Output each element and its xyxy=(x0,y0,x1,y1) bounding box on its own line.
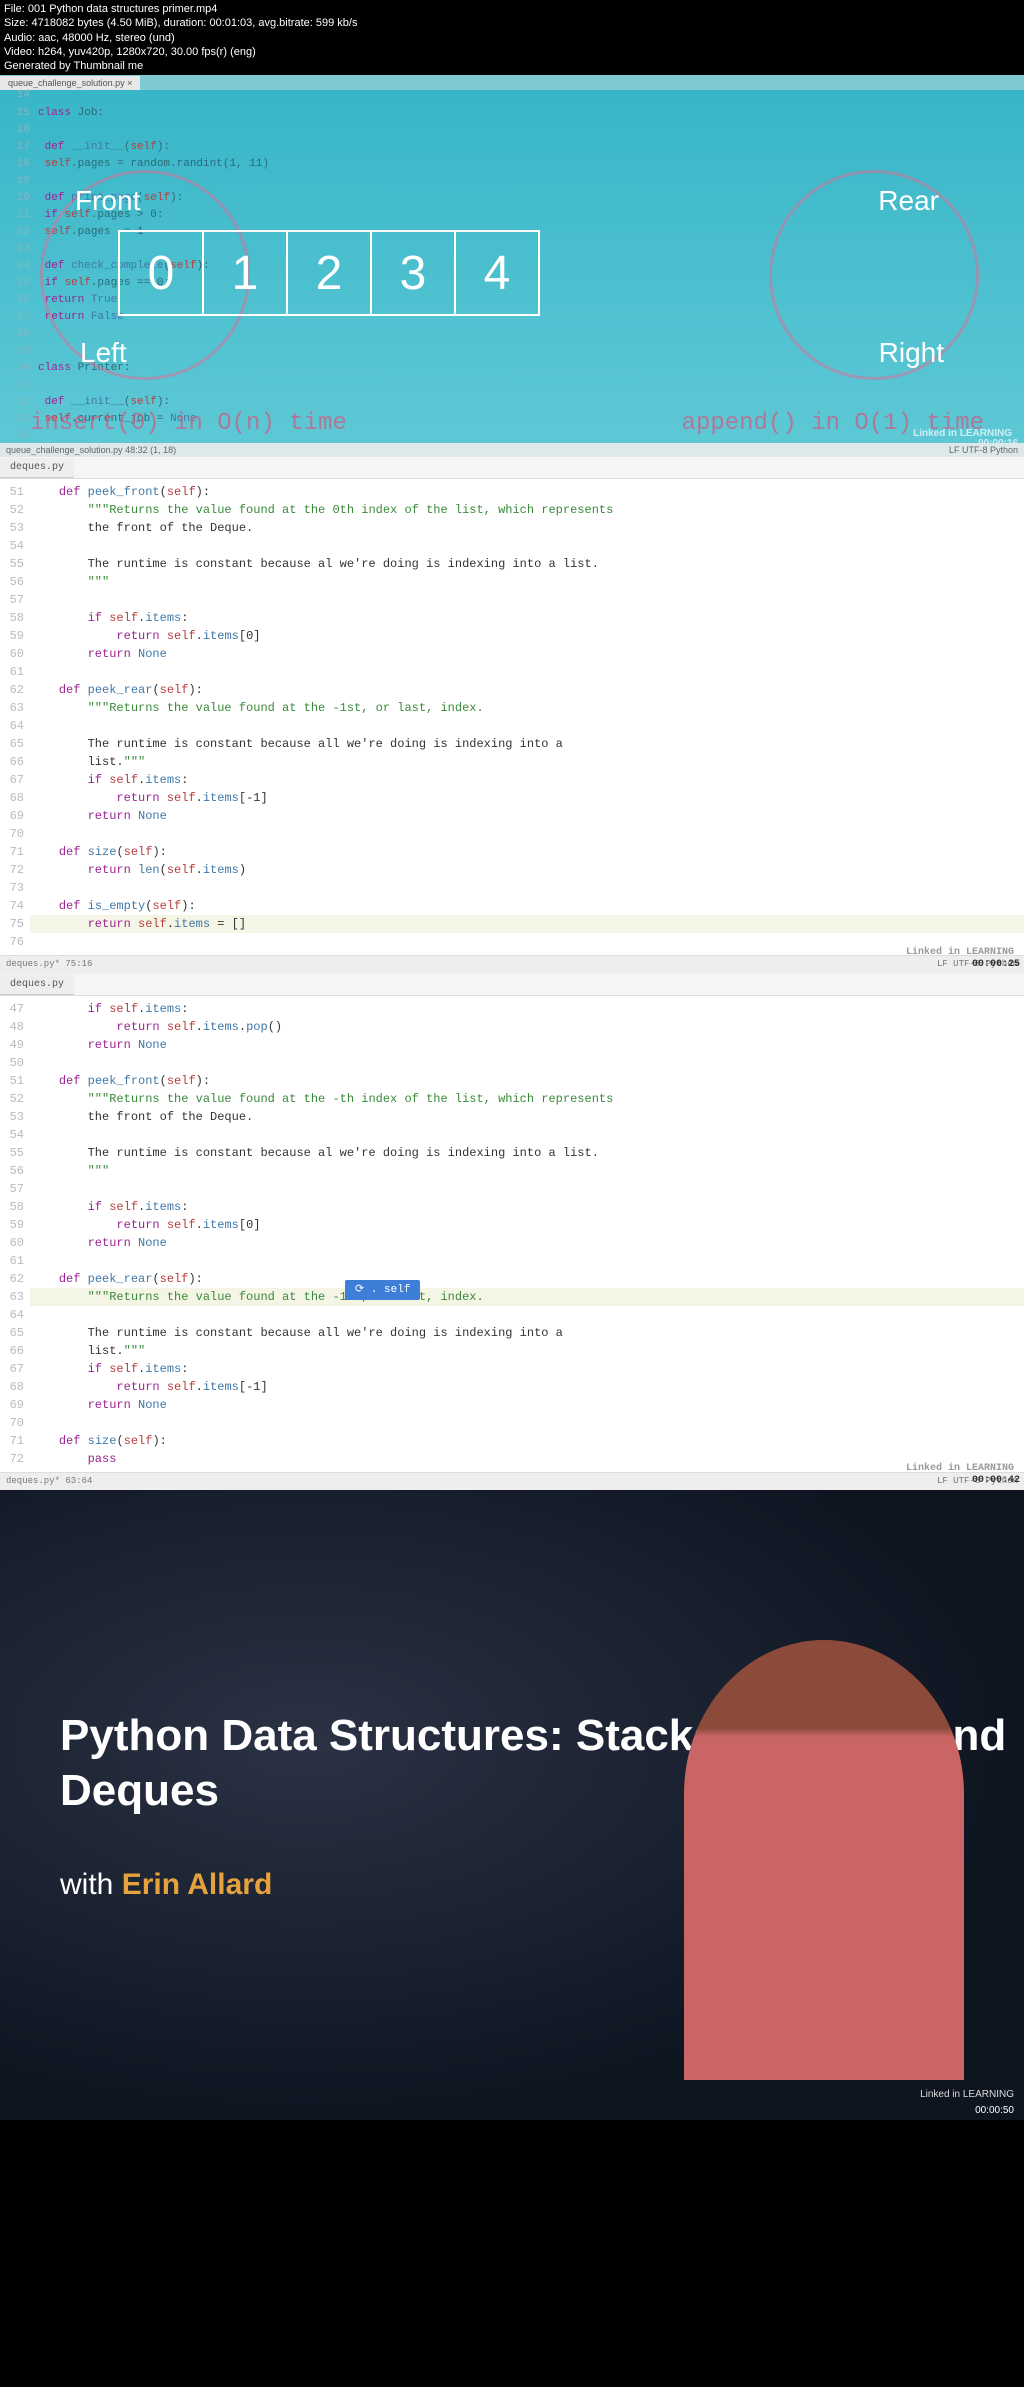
thumbnail-frame-2: deques.py 515253545556575859606162636465… xyxy=(0,457,1024,974)
line-gutter: 5152535455565758596061626364656667686970… xyxy=(0,479,30,955)
status-left: deques.py* 75:16 xyxy=(6,958,92,972)
code-area[interactable]: def peek_front(self): """Returns the val… xyxy=(30,479,1024,955)
queue-boxes: 0 1 2 3 4 xyxy=(120,230,540,316)
complexity-note: insert(0) in O(n) time xyxy=(30,410,347,437)
queue-cell: 4 xyxy=(454,230,540,316)
timestamp: 00:00:42 xyxy=(972,1473,1020,1488)
queue-cell: 1 xyxy=(202,230,288,316)
instructor-name: Erin Allard xyxy=(122,1868,273,1901)
editor-tab[interactable]: deques.py xyxy=(0,975,74,995)
thumbnail-frame-1: queue_challenge_solution.py × 1415class … xyxy=(0,75,1024,457)
line-gutter: 4748495051525354555657585960616263646566… xyxy=(0,996,30,1472)
editor-tab[interactable]: deques.py xyxy=(0,458,74,478)
thumbnail-frame-3: deques.py 474849505152535455565758596061… xyxy=(0,974,1024,1491)
presenter-photo xyxy=(684,1640,964,2080)
meta-gen: Generated by Thumbnail me xyxy=(4,59,1020,73)
timestamp: 00:00:50 xyxy=(975,2105,1014,2116)
code-area[interactable]: if self.items: return self.items.pop() r… xyxy=(30,996,1024,1472)
meta-size: Size: 4718082 bytes (4.50 MiB), duration… xyxy=(4,16,1020,30)
status-left: queue_challenge_solution.py 48:32 (1, 18… xyxy=(6,445,176,455)
with-text: with xyxy=(60,1868,122,1901)
meta-audio: Audio: aac, 48000 Hz, stereo (und) xyxy=(4,31,1020,45)
highlight-circle-right xyxy=(769,170,979,380)
thumbnail-frame-4: Python Data Structures: Stacks, Queues, … xyxy=(0,1490,1024,2120)
queue-cell: 2 xyxy=(286,230,372,316)
timestamp: 00:00:25 xyxy=(972,957,1020,972)
editor-status-bar: deques.py* 63:64 LF UTF-8 Python xyxy=(0,1472,1024,1491)
linkedin-watermark: Linked in LEARNING xyxy=(920,2089,1014,2100)
editor-status-bar: deques.py* 75:16 LF UTF-8 Python xyxy=(0,955,1024,974)
file-metadata: File: 001 Python data structures primer.… xyxy=(0,0,1024,75)
status-right: LF UTF-8 Python xyxy=(949,445,1018,455)
autocomplete-popup[interactable]: ⟳ . self xyxy=(345,1280,420,1301)
thumbnail-grid: queue_challenge_solution.py × 1415class … xyxy=(0,75,1024,2120)
queue-cell: 0 xyxy=(118,230,204,316)
label-left: Left xyxy=(80,337,127,369)
label-right: Right xyxy=(879,337,944,369)
queue-cell: 3 xyxy=(370,230,456,316)
label-front: Front xyxy=(75,185,140,217)
meta-video: Video: h264, yuv420p, 1280x720, 30.00 fp… xyxy=(4,45,1020,59)
label-rear: Rear xyxy=(878,185,939,217)
editor-status-bar: queue_challenge_solution.py 48:32 (1, 18… xyxy=(0,443,1024,457)
meta-file: File: 001 Python data structures primer.… xyxy=(4,2,1020,16)
status-left: deques.py* 63:64 xyxy=(6,1475,92,1489)
